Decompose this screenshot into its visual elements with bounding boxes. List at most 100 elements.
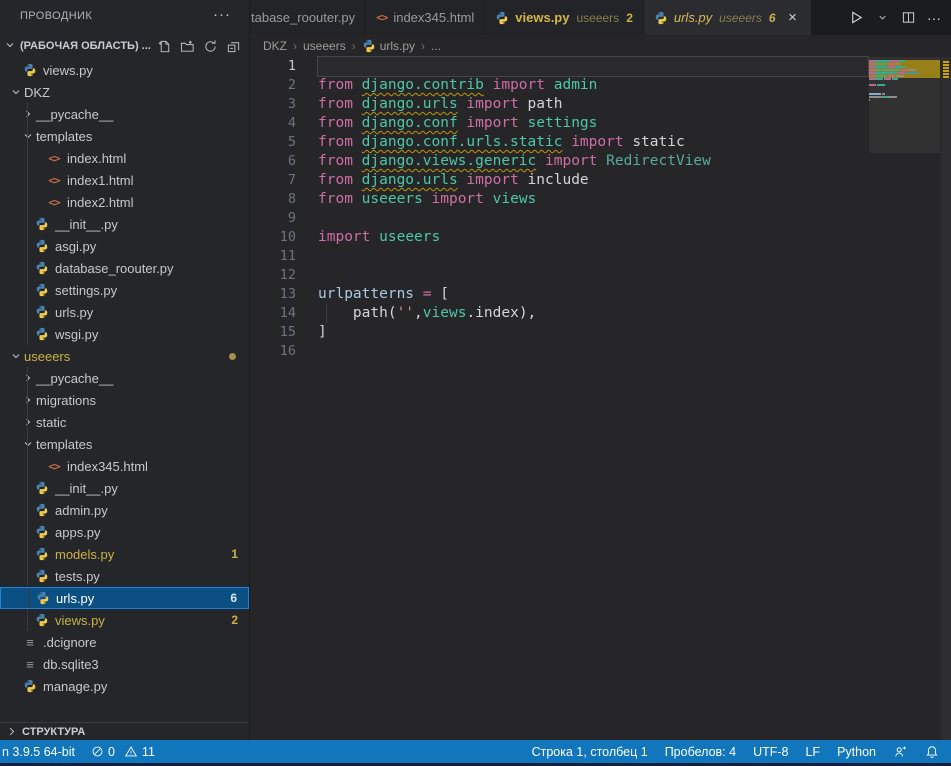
code-line-14[interactable]: 14 path('',views.index),: [250, 304, 951, 323]
status-problems[interactable]: 011: [91, 745, 155, 759]
tree-item-index-html[interactable]: <>index.html: [0, 147, 249, 169]
breadcrumb-item[interactable]: ...: [431, 39, 441, 53]
py-file-icon: [22, 63, 38, 77]
tree-item-wsgi-py[interactable]: wsgi.py: [0, 323, 249, 345]
tree-item--init-py[interactable]: __init__.py: [0, 213, 249, 235]
tree-item-manage-py[interactable]: manage.py: [0, 675, 249, 697]
tree-item--dcignore[interactable]: ≡.dcignore: [0, 631, 249, 653]
line-content[interactable]: from django.urls import path: [318, 95, 868, 114]
tree-item--pycache-[interactable]: __pycache__: [0, 103, 249, 125]
status-eol[interactable]: LF: [805, 745, 820, 759]
tree-item-label: useeers: [24, 349, 70, 364]
tab-index345-html[interactable]: <>index345.html: [366, 0, 485, 35]
tree-item-views-py[interactable]: views.py2: [0, 609, 249, 631]
tree-item-admin-py[interactable]: admin.py: [0, 499, 249, 521]
refresh-explorer-icon[interactable]: [202, 38, 218, 54]
tree-item-templates[interactable]: templates: [0, 125, 249, 147]
tree-item-label: templates: [36, 437, 92, 452]
code-line-7[interactable]: 7from django.urls import include: [250, 171, 951, 190]
close-icon[interactable]: ×: [785, 9, 801, 26]
tree-item--pycache-[interactable]: __pycache__: [0, 367, 249, 389]
tree-item-tests-py[interactable]: tests.py: [0, 565, 249, 587]
line-content[interactable]: ]: [318, 323, 868, 342]
tree-item-migrations[interactable]: migrations: [0, 389, 249, 411]
line-content[interactable]: [318, 342, 868, 361]
tab-urls-py[interactable]: urls.pyuseeers6×: [644, 0, 812, 35]
code-line-1[interactable]: 1: [250, 57, 951, 76]
explorer-more-actions-icon[interactable]: ···: [213, 6, 231, 23]
code-line-16[interactable]: 16: [250, 342, 951, 361]
code-editor[interactable]: 12from django.contrib import admin3from …: [250, 57, 951, 740]
line-content[interactable]: path('',views.index),: [318, 304, 868, 323]
code-line-9[interactable]: 9: [250, 209, 951, 228]
status-encoding[interactable]: UTF-8: [753, 745, 788, 759]
breadcrumb-item[interactable]: urls.py: [362, 39, 415, 53]
tree-item-urls-py[interactable]: urls.py: [0, 301, 249, 323]
line-content[interactable]: from django.conf.urls.static import stat…: [318, 133, 868, 152]
run-button[interactable]: [845, 7, 867, 29]
tab-tabase-roouter-py[interactable]: tabase_roouter.py: [250, 0, 366, 35]
code-line-5[interactable]: 5from django.conf.urls.static import sta…: [250, 133, 951, 152]
code-line-15[interactable]: 15]: [250, 323, 951, 342]
status-notifications-icon[interactable]: [925, 745, 939, 759]
outline-section-header[interactable]: СТРУКТУРА: [0, 722, 249, 741]
status-cursor-position[interactable]: Строка 1, столбец 1: [532, 745, 648, 759]
code-line-8[interactable]: 8from useeers import views: [250, 190, 951, 209]
tree-item-static[interactable]: static: [0, 411, 249, 433]
tree-item-index345-html[interactable]: <>index345.html: [0, 455, 249, 477]
tree-item-index1-html[interactable]: <>index1.html: [0, 169, 249, 191]
new-file-icon[interactable]: [156, 38, 172, 54]
new-folder-icon[interactable]: [179, 38, 195, 54]
code-line-13[interactable]: 13urlpatterns = [: [250, 285, 951, 304]
tab-label: tabase_roouter.py: [251, 10, 355, 25]
tree-item-database-roouter-py[interactable]: database_roouter.py: [0, 257, 249, 279]
tree-item-asgi-py[interactable]: asgi.py: [0, 235, 249, 257]
line-content[interactable]: from django.contrib import admin: [318, 76, 868, 95]
line-content[interactable]: from django.urls import include: [318, 171, 868, 190]
code-line-12[interactable]: 12: [250, 266, 951, 285]
run-dropdown-icon[interactable]: [871, 7, 893, 29]
line-content[interactable]: from django.conf import settings: [318, 114, 868, 133]
tree-item--init-py[interactable]: __init__.py: [0, 477, 249, 499]
line-content[interactable]: urlpatterns = [: [318, 285, 868, 304]
tree-item-views-py[interactable]: views.py: [0, 59, 249, 81]
code-line-4[interactable]: 4from django.conf import settings: [250, 114, 951, 133]
line-content[interactable]: from useeers import views: [318, 190, 868, 209]
line-content[interactable]: [318, 247, 868, 266]
breadcrumb-item[interactable]: useeers: [303, 39, 346, 53]
line-number: 1: [250, 57, 318, 76]
tree-item-apps-py[interactable]: apps.py: [0, 521, 249, 543]
breadcrumb-item[interactable]: DKZ: [263, 39, 287, 53]
split-editor-button[interactable]: [897, 7, 919, 29]
status-python-interpreter[interactable]: n 3.9.5 64-bit: [2, 745, 75, 759]
code-line-10[interactable]: 10import useeers: [250, 228, 951, 247]
workspace-section-header[interactable]: (РАБОЧАЯ ОБЛАСТЬ) ...: [0, 35, 249, 57]
line-content[interactable]: [318, 266, 868, 285]
code-line-3[interactable]: 3from django.urls import path: [250, 95, 951, 114]
tree-item-models-py[interactable]: models.py1: [0, 543, 249, 565]
code-line-2[interactable]: 2from django.contrib import admin: [250, 76, 951, 95]
tree-item-index2-html[interactable]: <>index2.html: [0, 191, 249, 213]
code-line-11[interactable]: 11: [250, 247, 951, 266]
tab-views-py[interactable]: views.pyuseeers2: [485, 0, 644, 35]
status-feedback-icon[interactable]: [893, 745, 908, 759]
more-actions-button[interactable]: ···: [923, 7, 945, 29]
tree-item-templates[interactable]: templates: [0, 433, 249, 455]
line-content[interactable]: [318, 209, 868, 228]
tree-item-dkz[interactable]: DKZ: [0, 81, 249, 103]
py-file-icon: [34, 305, 50, 319]
status-indentation[interactable]: Пробелов: 4: [665, 745, 736, 759]
line-content[interactable]: import useeers: [318, 228, 868, 247]
tree-item-db-sqlite3[interactable]: ≡db.sqlite3: [0, 653, 249, 675]
minimap[interactable]: [869, 57, 940, 197]
overview-ruler[interactable]: [941, 57, 951, 740]
line-content[interactable]: [318, 57, 868, 76]
code-line-6[interactable]: 6from django.views.generic import Redire…: [250, 152, 951, 171]
status-language-mode[interactable]: Python: [837, 745, 876, 759]
collapse-folders-icon[interactable]: [225, 38, 241, 54]
tree-item-label: __pycache__: [36, 371, 113, 386]
tree-item-settings-py[interactable]: settings.py: [0, 279, 249, 301]
tree-item-useeers[interactable]: useeers: [0, 345, 249, 367]
tree-item-urls-py[interactable]: urls.py6: [0, 587, 249, 609]
line-content[interactable]: from django.views.generic import Redirec…: [318, 152, 868, 171]
